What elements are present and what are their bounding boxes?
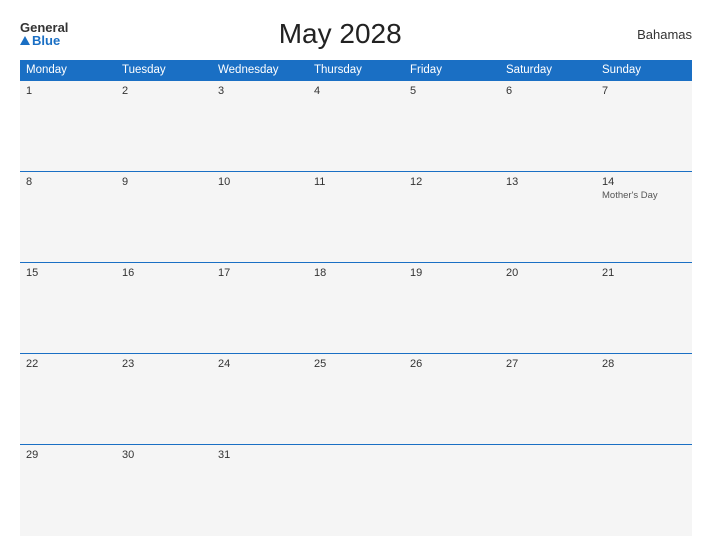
logo-triangle-icon xyxy=(20,36,30,45)
country-label: Bahamas xyxy=(612,27,692,42)
calendar-cell: 16 xyxy=(116,263,212,354)
day-number: 15 xyxy=(26,267,110,279)
calendar-cell: 22 xyxy=(20,354,116,445)
day-number: 31 xyxy=(218,449,302,461)
day-number: 25 xyxy=(314,358,398,370)
calendar-cell xyxy=(404,445,500,536)
calendar-cell: 29 xyxy=(20,445,116,536)
page-header: General Blue May 2028 Bahamas xyxy=(20,18,692,50)
calendar-cell xyxy=(596,445,692,536)
calendar-cell: 2 xyxy=(116,81,212,172)
day-number: 19 xyxy=(410,267,494,279)
calendar-cell: 18 xyxy=(308,263,404,354)
day-number: 2 xyxy=(122,85,206,97)
calendar-cell: 8 xyxy=(20,172,116,263)
day-number: 28 xyxy=(602,358,686,370)
day-number: 24 xyxy=(218,358,302,370)
day-number: 13 xyxy=(506,176,590,188)
calendar-cell: 21 xyxy=(596,263,692,354)
calendar-cell: 14 Mother's Day xyxy=(596,172,692,263)
calendar-week-row: 22 23 24 25 26 27 28 xyxy=(20,354,692,445)
weekday-header: Saturday xyxy=(500,60,596,81)
calendar-cell: 24 xyxy=(212,354,308,445)
day-number: 22 xyxy=(26,358,110,370)
calendar-cell xyxy=(308,445,404,536)
day-number: 18 xyxy=(314,267,398,279)
calendar-cell: 31 xyxy=(212,445,308,536)
day-number: 26 xyxy=(410,358,494,370)
calendar-cell: 10 xyxy=(212,172,308,263)
day-number: 17 xyxy=(218,267,302,279)
day-number: 23 xyxy=(122,358,206,370)
day-number: 1 xyxy=(26,85,110,97)
day-number: 16 xyxy=(122,267,206,279)
calendar-cell: 26 xyxy=(404,354,500,445)
calendar-cell: 20 xyxy=(500,263,596,354)
calendar-week-row: 1234567 xyxy=(20,81,692,172)
day-number: 5 xyxy=(410,85,494,97)
weekday-header: Tuesday xyxy=(116,60,212,81)
calendar-cell: 13 xyxy=(500,172,596,263)
day-number: 20 xyxy=(506,267,590,279)
day-number: 7 xyxy=(602,85,686,97)
calendar-cell xyxy=(500,445,596,536)
day-number: 3 xyxy=(218,85,302,97)
day-number: 8 xyxy=(26,176,110,188)
day-number: 21 xyxy=(602,267,686,279)
calendar-cell: 9 xyxy=(116,172,212,263)
calendar-cell: 12 xyxy=(404,172,500,263)
day-number: 10 xyxy=(218,176,302,188)
weekday-header: Friday xyxy=(404,60,500,81)
calendar-week-row: 29 30 31 xyxy=(20,445,692,536)
day-number: 9 xyxy=(122,176,206,188)
day-number: 6 xyxy=(506,85,590,97)
day-number: 30 xyxy=(122,449,206,461)
calendar-cell: 28 xyxy=(596,354,692,445)
weekday-header: Wednesday xyxy=(212,60,308,81)
calendar-cell: 11 xyxy=(308,172,404,263)
calendar-cell: 25 xyxy=(308,354,404,445)
calendar-cell: 19 xyxy=(404,263,500,354)
calendar-cell: 4 xyxy=(308,81,404,172)
weekday-header-row: MondayTuesdayWednesdayThursdayFridaySatu… xyxy=(20,60,692,81)
logo-blue-text: Blue xyxy=(20,34,60,47)
calendar-cell: 15 xyxy=(20,263,116,354)
calendar-cell: 17 xyxy=(212,263,308,354)
day-number: 11 xyxy=(314,176,398,188)
calendar-week-row: 89 10 11 12 13 14 Mother's Day xyxy=(20,172,692,263)
calendar-week-row: 15 16 17 18 19 20 21 xyxy=(20,263,692,354)
calendar-cell: 1 xyxy=(20,81,116,172)
day-number: 14 xyxy=(602,176,686,188)
weekday-header: Monday xyxy=(20,60,116,81)
weekday-header: Thursday xyxy=(308,60,404,81)
calendar-cell: 5 xyxy=(404,81,500,172)
calendar-cell: 3 xyxy=(212,81,308,172)
day-number: 12 xyxy=(410,176,494,188)
day-number: 27 xyxy=(506,358,590,370)
calendar-cell: 6 xyxy=(500,81,596,172)
calendar-title: May 2028 xyxy=(68,18,612,50)
logo: General Blue xyxy=(20,21,68,47)
calendar-cell: 23 xyxy=(116,354,212,445)
logo-blue-label: Blue xyxy=(32,34,60,47)
day-number: 29 xyxy=(26,449,110,461)
calendar-cell: 7 xyxy=(596,81,692,172)
weekday-header: Sunday xyxy=(596,60,692,81)
calendar-cell: 30 xyxy=(116,445,212,536)
calendar-cell: 27 xyxy=(500,354,596,445)
calendar-table: MondayTuesdayWednesdayThursdayFridaySatu… xyxy=(20,60,692,536)
event-label: Mother's Day xyxy=(602,190,686,201)
day-number: 4 xyxy=(314,85,398,97)
